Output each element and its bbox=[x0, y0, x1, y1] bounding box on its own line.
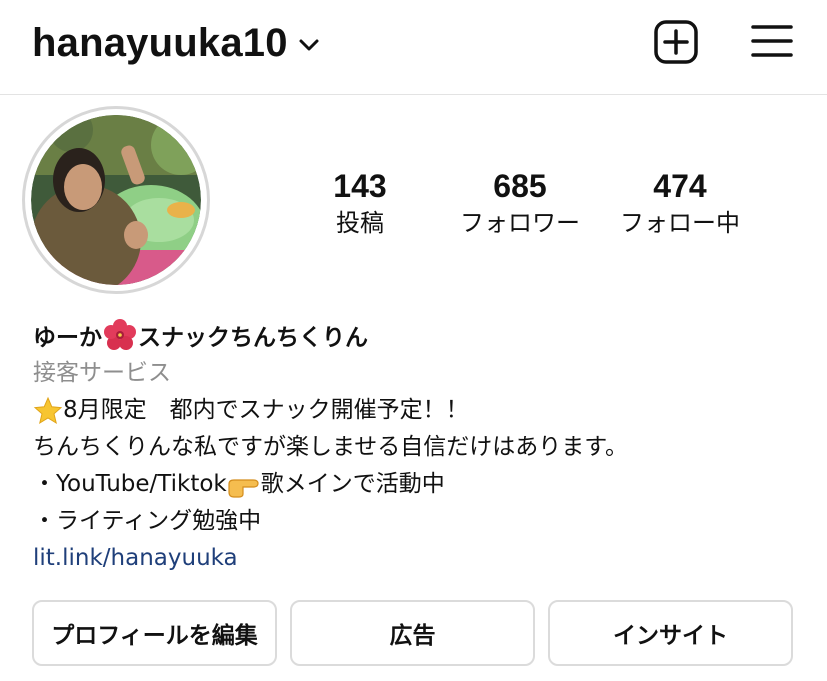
bio-line: ・ライティング勉強中 bbox=[33, 503, 813, 540]
posts-count[interactable]: 143 投稿 bbox=[280, 168, 440, 240]
profile-photo bbox=[31, 115, 201, 285]
posts-value: 143 bbox=[333, 168, 387, 204]
insights-button[interactable]: インサイト bbox=[548, 600, 793, 666]
star-icon bbox=[33, 396, 63, 424]
posts-label: 投稿 bbox=[336, 209, 384, 237]
display-name-part1: ゆーか bbox=[33, 325, 102, 351]
followers-label: フォロワー bbox=[460, 209, 580, 237]
bio-text-3b: 歌メインで活動中 bbox=[260, 471, 445, 497]
bio-text-3a: ・YouTube/Tiktok bbox=[33, 471, 227, 497]
hibiscus-icon bbox=[104, 319, 136, 350]
followers-value: 685 bbox=[493, 168, 547, 204]
bio-line: ・YouTube/Tiktok 歌メインで活動中 bbox=[33, 466, 813, 503]
account-switcher[interactable]: hanayuuka10 bbox=[32, 14, 320, 72]
display-name-part2: スナックちんちくりん bbox=[138, 325, 368, 351]
chevron-down-icon bbox=[299, 39, 319, 51]
hamburger-menu-icon[interactable] bbox=[751, 22, 793, 60]
ads-button[interactable]: 広告 bbox=[290, 600, 535, 666]
bio-section: ゆーか スナックちんちくりん 接客サービス 8月限定 都内でスナック開催予定！！… bbox=[33, 318, 813, 577]
plus-square-icon[interactable] bbox=[653, 19, 699, 65]
avatar[interactable] bbox=[22, 106, 210, 294]
bio-text-1: 8月限定 都内でスナック開催予定！！ bbox=[63, 397, 469, 423]
following-value: 474 bbox=[653, 168, 707, 204]
edit-profile-button[interactable]: プロフィールを編集 bbox=[32, 600, 277, 666]
followers-count[interactable]: 685 フォロワー bbox=[440, 168, 600, 240]
pointing-hand-icon bbox=[228, 478, 259, 498]
category-label: 接客サービス bbox=[33, 360, 171, 386]
bio-text-4: ・ライティング勉強中 bbox=[33, 508, 262, 534]
bio-line: ちんちくりんな私ですが楽しませる自信だけはあります。 bbox=[33, 429, 813, 466]
username: hanayuuka10 bbox=[32, 20, 288, 65]
bio-link[interactable]: lit.link/hanayuuka bbox=[33, 540, 238, 577]
top-bar: hanayuuka10 bbox=[0, 0, 827, 95]
following-label: フォロー中 bbox=[620, 209, 740, 237]
bio-text-2: ちんちくりんな私ですが楽しませる自信だけはあります。 bbox=[33, 434, 629, 460]
bio-line: 8月限定 都内でスナック開催予定！！ bbox=[33, 392, 813, 429]
profile-page: hanayuuka10 143 投稿 685 フォロワー 474 フォロー中 ゆ… bbox=[0, 0, 827, 681]
display-name: ゆーか スナックちんちくりん bbox=[33, 318, 813, 352]
following-count[interactable]: 474 フォロー中 bbox=[600, 168, 760, 240]
